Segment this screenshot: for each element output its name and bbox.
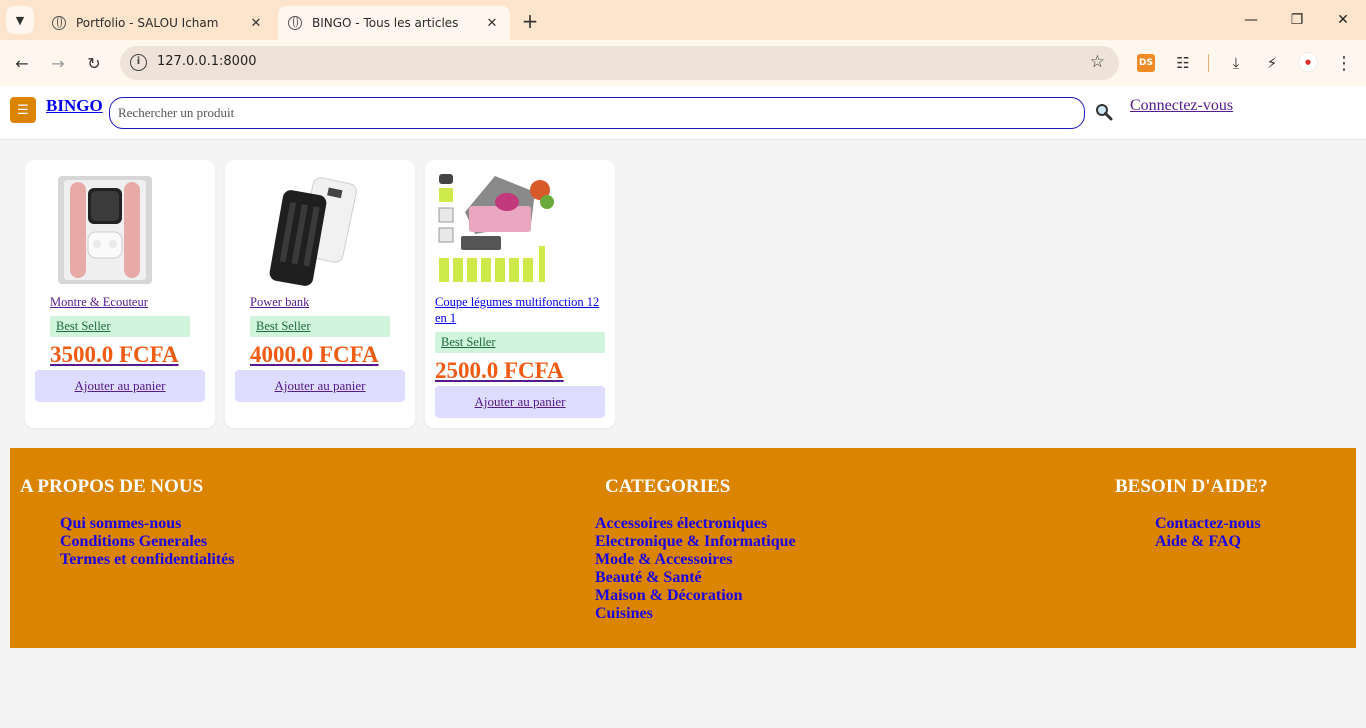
footer-categories-title: CATEGORIES	[605, 476, 731, 497]
address-bar[interactable]: i 127.0.0.1:8000 ☆	[120, 46, 1119, 80]
brand-logo-link[interactable]: BINGO	[46, 96, 103, 116]
product-image-watch[interactable]	[50, 174, 160, 286]
browser-tab-portfolio[interactable]: Portfolio - SALOU Icham ✕	[42, 6, 274, 40]
browser-tab-bar: ▼ Portfolio - SALOU Icham ✕ BINGO - Tous…	[0, 0, 1366, 40]
footer-help-title: BESOIN D'AIDE?	[1115, 476, 1268, 497]
product-price: 2500.0 FCFA	[435, 358, 564, 383]
add-to-cart-button[interactable]: Ajouter au panier	[35, 370, 205, 402]
footer-link-termes[interactable]: Termes et confidentialités	[60, 551, 234, 569]
address-url[interactable]: 127.0.0.1:8000	[157, 54, 257, 69]
profile-avatar[interactable]: ●	[1298, 52, 1318, 72]
ds-extension-icon[interactable]: DS	[1137, 54, 1155, 72]
back-arrow-icon[interactable]: ←	[10, 51, 34, 75]
best-seller-badge: Best Seller	[435, 332, 605, 353]
product-image-power-bank[interactable]	[250, 174, 360, 286]
bookmark-star-icon[interactable]: ☆	[1090, 52, 1105, 72]
tab-search-chevron-icon[interactable]: ▼	[6, 6, 34, 34]
search-icon[interactable]	[1095, 103, 1113, 121]
site-footer: A PROPOS DE NOUS Qui sommes-nous Conditi…	[10, 448, 1356, 648]
footer-link-mode[interactable]: Mode & Accessoires	[595, 551, 796, 569]
product-name-link[interactable]: Coupe légumes multifonction 12 en 1	[435, 294, 600, 326]
product-card: Montre & Ecouteur Best Seller 3500.0 FCF…	[25, 160, 215, 428]
footer-categories-column: CATEGORIES Accessoires électroniques Ele…	[595, 476, 796, 623]
window-close-icon[interactable]: ✕	[1328, 8, 1358, 32]
tab-title: Portfolio - SALOU Icham	[76, 16, 219, 30]
performance-icon[interactable]: ⚡	[1261, 52, 1283, 74]
globe-icon	[288, 16, 302, 30]
toolbar-divider	[1208, 54, 1209, 72]
add-to-cart-button[interactable]: Ajouter au panier	[435, 386, 605, 418]
footer-link-qui-sommes-nous[interactable]: Qui sommes-nous	[60, 515, 234, 533]
footer-link-faq[interactable]: Aide & FAQ	[1155, 533, 1268, 551]
footer-link-electronique[interactable]: Electronique & Informatique	[595, 533, 796, 551]
extensions-puzzle-icon[interactable]: ☷	[1172, 52, 1194, 74]
search-input[interactable]	[109, 97, 1085, 129]
forward-arrow-icon[interactable]: →	[46, 51, 70, 75]
footer-link-cuisines[interactable]: Cuisines	[595, 605, 796, 623]
login-link[interactable]: Connectez-vous	[1130, 97, 1233, 115]
product-name-link[interactable]: Montre & Ecouteur	[50, 294, 200, 310]
footer-about-title: A PROPOS DE NOUS	[20, 476, 204, 497]
browser-tab-bingo[interactable]: BINGO - Tous les articles ✕	[278, 6, 510, 40]
close-icon[interactable]: ✕	[246, 13, 266, 33]
footer-link-accessoires[interactable]: Accessoires électroniques	[595, 515, 796, 533]
product-name-link[interactable]: Power bank	[250, 294, 400, 310]
minimize-icon[interactable]: —	[1236, 8, 1266, 32]
more-menu-icon[interactable]: ⋮	[1333, 52, 1355, 74]
product-price: 3500.0 FCFA	[50, 342, 179, 367]
browser-toolbar: ← → ↻ i 127.0.0.1:8000 ☆ DS ☷ ⤓ ⚡ ⋮	[0, 40, 1366, 86]
product-card: Coupe légumes multifonction 12 en 1 Best…	[425, 160, 615, 428]
site-info-icon[interactable]: i	[130, 54, 147, 71]
footer-help-column: BESOIN D'AIDE? Contactez-nous Aide & FAQ	[1115, 476, 1268, 551]
add-to-cart-button[interactable]: Ajouter au panier	[235, 370, 405, 402]
site-header: ☰ BINGO Connectez-vous	[0, 86, 1366, 140]
reload-icon[interactable]: ↻	[82, 51, 106, 75]
close-icon[interactable]: ✕	[482, 13, 502, 33]
best-seller-badge: Best Seller	[250, 316, 390, 337]
tab-title: BINGO - Tous les articles	[312, 16, 459, 30]
restore-icon[interactable]: ❐	[1282, 8, 1312, 32]
globe-icon	[52, 16, 66, 30]
hamburger-menu-icon[interactable]: ☰	[10, 97, 36, 123]
footer-link-contact[interactable]: Contactez-nous	[1155, 515, 1268, 533]
download-icon[interactable]: ⤓	[1225, 52, 1247, 74]
footer-link-conditions[interactable]: Conditions Generales	[60, 533, 234, 551]
product-price: 4000.0 FCFA	[250, 342, 379, 367]
footer-link-beaute[interactable]: Beauté & Santé	[595, 569, 796, 587]
product-card: Power bank Best Seller 4000.0 FCFA Ajout…	[225, 160, 415, 428]
product-image-vegetable-cutter[interactable]	[435, 172, 557, 288]
new-tab-plus-icon[interactable]: +	[518, 9, 542, 33]
footer-link-maison[interactable]: Maison & Décoration	[595, 587, 796, 605]
best-seller-badge: Best Seller	[50, 316, 190, 337]
footer-about-column: A PROPOS DE NOUS Qui sommes-nous Conditi…	[20, 476, 234, 569]
